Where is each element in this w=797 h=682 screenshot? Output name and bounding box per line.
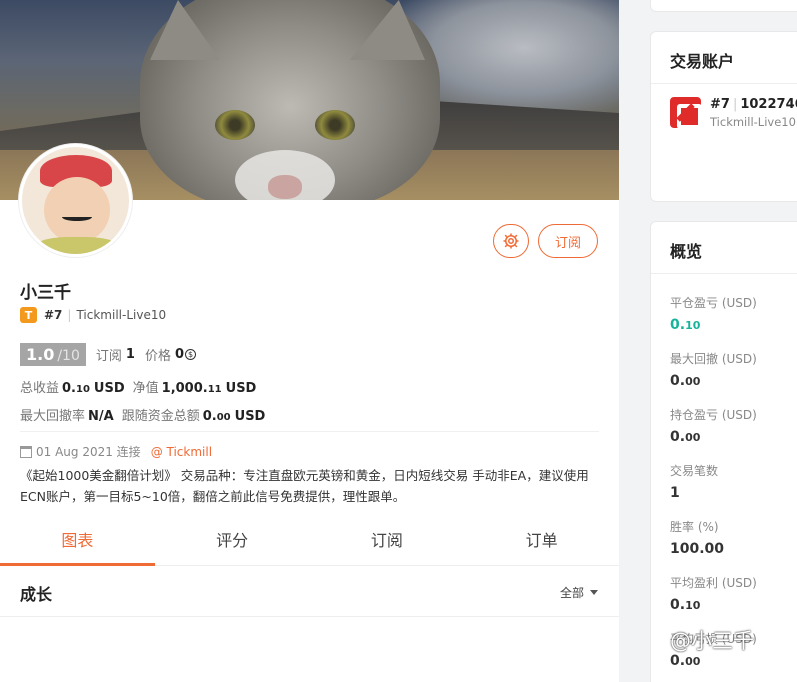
currency-icon: $	[185, 349, 196, 360]
price-value: 0	[174, 347, 184, 362]
avatar	[19, 144, 132, 257]
overview-item: 胜率 (%) 100.00	[670, 518, 797, 574]
account-number: #7	[44, 308, 63, 322]
connected-date: 01 Aug 2021 连接	[36, 445, 141, 459]
equity-label: 净值	[132, 381, 159, 396]
total-profit-value: 0.10	[62, 381, 90, 396]
watermark: @小三千	[670, 629, 754, 653]
settings-button[interactable]	[493, 224, 529, 258]
follow-funds-label: 跟随资金总额	[121, 409, 200, 424]
subscribe-count: 1	[125, 347, 135, 362]
calendar-icon	[20, 445, 32, 458]
tab-chart[interactable]: 图表	[0, 517, 155, 566]
stats-row: 1.0/10 订阅 1 价格 0 $	[20, 343, 196, 366]
tab-subscriptions[interactable]: 订阅	[310, 517, 465, 565]
tab-rating[interactable]: 评分	[155, 517, 310, 565]
overview-label: 持仓盈亏 (USD)	[670, 408, 757, 422]
overview-list: 平仓盈亏 (USD) 0.10 最大回撤 (USD) 0.00 持仓盈亏 (US…	[651, 274, 797, 682]
connection-info: 01 Aug 2021 连接 @ Tickmill	[20, 443, 212, 460]
growth-filter-label: 全部	[560, 586, 585, 600]
subscribe-button[interactable]: 订阅	[538, 224, 598, 258]
overview-item: 平仓盈亏 (USD) 0.10	[670, 294, 797, 350]
overview-item: 最大回撤 (USD) 0.00	[670, 350, 797, 406]
subscribe-count-label: 订阅	[95, 349, 122, 364]
account-item[interactable]: #7|1022746 Tickmill-Live10	[670, 97, 797, 129]
overview-value: 0.10	[670, 317, 701, 333]
overview-label: 胜率 (%)	[670, 520, 719, 534]
max-drawdown-label: 最大回撤率	[20, 409, 86, 424]
follow-funds-value: 0.00	[202, 409, 231, 424]
equity-unit: USD	[225, 381, 257, 396]
growth-title: 成长	[20, 585, 53, 604]
broker-link[interactable]: @ Tickmill	[151, 445, 212, 459]
overview-item: 持仓盈亏 (USD) 0.00	[670, 406, 797, 462]
overview-card: 概览 平仓盈亏 (USD) 0.10 最大回撤 (USD) 0.00 持仓盈亏 …	[650, 221, 797, 682]
overview-value: 0.00	[670, 373, 701, 389]
gear-icon	[503, 233, 519, 249]
profile-card: 订阅 小三千 T #7 | Tickmill-Live10 1.0/10 订阅 …	[0, 0, 619, 682]
trading-accounts-card: 交易账户 #7|1022746 Tickmill-Live10	[650, 31, 797, 202]
server-name: Tickmill-Live10	[76, 308, 167, 322]
growth-filter-dropdown[interactable]: 全部	[560, 584, 599, 601]
divider	[0, 616, 619, 617]
caret-down-icon	[590, 590, 599, 595]
equity-value: 1,000.11	[161, 381, 222, 396]
overview-item: 平均盈利 (USD) 0.10	[670, 574, 797, 630]
overview-value: 0.10	[670, 597, 701, 613]
broker-logo-icon	[670, 97, 702, 129]
account-item-server: Tickmill-Live10	[710, 115, 796, 129]
tab-orders[interactable]: 订单	[464, 517, 619, 565]
total-profit-unit: USD	[93, 381, 125, 396]
account-line: T #7 | Tickmill-Live10	[20, 307, 166, 323]
platform-badge: T	[20, 307, 37, 323]
total-profit-label: 总收益	[20, 381, 60, 396]
overview-label: 交易笔数	[670, 464, 719, 478]
score-badge: 1.0/10	[20, 343, 86, 366]
profit-line: 总收益 0.10 USD 净值 1,000.11 USD	[20, 377, 264, 396]
overview-title: 概览	[651, 222, 797, 274]
overview-value: 100.00	[670, 541, 725, 557]
trader-name: 小三千	[20, 283, 71, 303]
account-item-id: 1022746	[740, 97, 797, 112]
overview-label: 最大回撤 (USD)	[670, 352, 757, 366]
signal-description: 《起始1000美金翻倍计划》 交易品种：专注直盘欧元英镑和黄金，日内短线交易 手…	[20, 468, 589, 504]
drawdown-line: 最大回撤率 N/A 跟随资金总额 0.00 USD	[20, 405, 273, 424]
overview-item: 交易笔数 1	[670, 462, 797, 518]
account-item-number: #7	[710, 97, 730, 112]
follow-funds-unit: USD	[234, 409, 266, 424]
divider	[20, 431, 599, 432]
overview-label: 平均盈利 (USD)	[670, 576, 757, 590]
overview-value: 1	[670, 485, 680, 501]
trading-accounts-title: 交易账户	[651, 32, 797, 84]
overview-value: 0.00	[670, 429, 701, 445]
overview-value: 0.00	[670, 653, 701, 669]
sidebar-top-card	[650, 0, 797, 12]
price-label: 价格	[144, 349, 171, 364]
overview-label: 平仓盈亏 (USD)	[670, 296, 757, 310]
tab-bar: 图表 评分 订阅 订单	[0, 517, 619, 566]
max-drawdown-value: N/A	[88, 409, 114, 424]
